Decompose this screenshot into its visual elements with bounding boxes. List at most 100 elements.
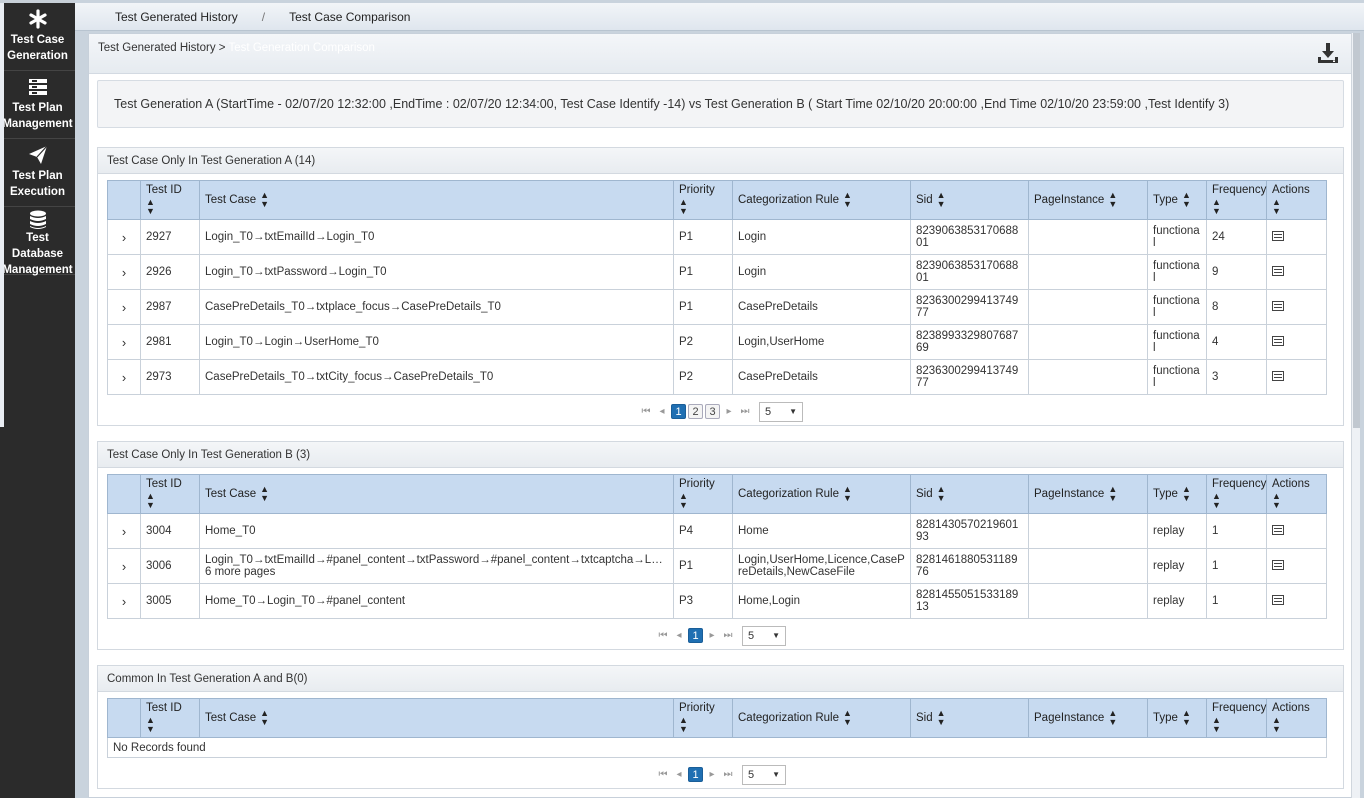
sort-icon[interactable]: ▲ ▼ (1212, 198, 1261, 216)
details-icon[interactable] (1272, 559, 1284, 570)
prev-page-icon[interactable]: ◂ (654, 406, 670, 417)
col-header-test-id[interactable]: Test ID ▲ ▼ (140, 180, 200, 220)
next-page-icon[interactable]: ▸ (704, 630, 720, 641)
col-header-actions[interactable]: Actions ▲ ▼ (1266, 698, 1327, 738)
chevron-right-icon[interactable]: › (107, 289, 141, 325)
col-header-type[interactable]: Type ▲ ▼ (1147, 474, 1207, 514)
sort-icon[interactable]: ▲ ▼ (146, 198, 194, 216)
page-button[interactable]: 1 (671, 404, 686, 419)
sort-icon[interactable]: ▲ ▼ (1182, 485, 1191, 503)
chevron-right-icon[interactable]: › (107, 513, 141, 549)
page-size-select[interactable]: 5 ▼ (759, 401, 803, 422)
tab-test-case-comparison[interactable]: Test Case Comparison (289, 10, 410, 24)
col-header-actions[interactable]: Actions ▲ ▼ (1266, 474, 1327, 514)
tab-test-generated-history[interactable]: Test Generated History (115, 10, 238, 24)
sort-icon[interactable]: ▲ ▼ (1108, 485, 1117, 503)
details-icon[interactable] (1272, 335, 1284, 346)
first-page-icon[interactable]: ⏮︎ (655, 769, 671, 780)
sort-icon[interactable]: ▲ ▼ (679, 492, 727, 510)
col-header-sid[interactable]: Sid ▲ ▼ (910, 474, 1029, 514)
sort-icon[interactable]: ▲ ▼ (843, 709, 852, 727)
col-header-test-case[interactable]: Test Case ▲ ▼ (199, 474, 674, 514)
col-header-categorization-rule[interactable]: Categorization Rule ▲ ▼ (732, 698, 911, 738)
col-header-frequency[interactable]: Frequency ▲ ▼ (1206, 180, 1267, 220)
last-page-icon[interactable]: ⏭︎ (720, 630, 736, 641)
chevron-right-icon[interactable]: › (107, 324, 141, 360)
chevron-right-icon[interactable]: › (107, 359, 141, 395)
last-page-icon[interactable]: ⏭︎ (737, 406, 753, 417)
sort-icon[interactable]: ▲ ▼ (937, 709, 946, 727)
sort-icon[interactable]: ▲ ▼ (1108, 709, 1117, 727)
col-header-type[interactable]: Type ▲ ▼ (1147, 180, 1207, 220)
sort-icon[interactable]: ▲ ▼ (1182, 191, 1191, 209)
col-header-frequency[interactable]: Frequency ▲ ▼ (1206, 474, 1267, 514)
sort-icon[interactable]: ▲ ▼ (679, 716, 727, 734)
table-row[interactable]: › 3005 Home_T0→Login_T0→#panel_content P3 Ho… (107, 583, 1327, 619)
table-row[interactable]: › 2987 CasePreDetails_T0→txtplace_focus→Ca… (107, 289, 1327, 325)
sort-icon[interactable]: ▲ ▼ (260, 485, 269, 503)
sort-icon[interactable]: ▲ ▼ (146, 492, 194, 510)
scrollbar-thumb[interactable] (1353, 33, 1360, 428)
next-page-icon[interactable]: ▸ (721, 406, 737, 417)
sidebar-item-test-plan-execution[interactable]: Test Plan Execution (0, 139, 75, 207)
sort-icon[interactable]: ▲ ▼ (260, 191, 269, 209)
details-icon[interactable] (1272, 300, 1284, 311)
col-header-page-instance[interactable]: PageInstance ▲ ▼ (1028, 180, 1148, 220)
table-row[interactable]: › 2927 Login_T0→txtEmailId→Login_T0 P1 Login… (107, 219, 1327, 255)
col-header-actions[interactable]: Actions ▲ ▼ (1266, 180, 1327, 220)
chevron-right-icon[interactable]: › (107, 254, 141, 290)
first-page-icon[interactable]: ⏮︎ (638, 406, 654, 417)
page-size-select[interactable]: 5 ▼ (742, 764, 786, 785)
prev-page-icon[interactable]: ◂ (671, 769, 687, 780)
col-header-categorization-rule[interactable]: Categorization Rule ▲ ▼ (732, 180, 911, 220)
details-icon[interactable] (1272, 524, 1284, 535)
col-header-test-case[interactable]: Test Case ▲ ▼ (199, 180, 674, 220)
col-header-test-id[interactable]: Test ID ▲ ▼ (140, 474, 200, 514)
col-header-test-id[interactable]: Test ID ▲ ▼ (140, 698, 200, 738)
sort-icon[interactable]: ▲ ▼ (260, 709, 269, 727)
sort-icon[interactable]: ▲ ▼ (1182, 709, 1191, 727)
chevron-right-icon[interactable]: › (107, 219, 141, 255)
details-icon[interactable] (1272, 594, 1284, 605)
sidebar-item-test-case-generation[interactable]: Test Case Generation (0, 3, 75, 71)
sort-icon[interactable]: ▲ ▼ (843, 485, 852, 503)
page-button[interactable]: 2 (688, 404, 703, 419)
sort-icon[interactable]: ▲ ▼ (1108, 191, 1117, 209)
table-row[interactable]: › 2981 Login_T0→Login→UserHome_T0 P2 Login,U… (107, 324, 1327, 360)
col-header-sid[interactable]: Sid ▲ ▼ (910, 698, 1029, 738)
col-header-test-case[interactable]: Test Case ▲ ▼ (199, 698, 674, 738)
col-header-sid[interactable]: Sid ▲ ▼ (910, 180, 1029, 220)
next-page-icon[interactable]: ▸ (704, 769, 720, 780)
download-icon[interactable] (1317, 42, 1339, 64)
sort-icon[interactable]: ▲ ▼ (1272, 492, 1321, 510)
col-header-page-instance[interactable]: PageInstance ▲ ▼ (1028, 698, 1148, 738)
details-icon[interactable] (1272, 265, 1284, 276)
page-button[interactable]: 1 (688, 767, 703, 782)
col-header-priority[interactable]: Priority ▲ ▼ (673, 698, 733, 738)
table-row[interactable]: › 2926 Login_T0→txtPassword→Login_T0 P1 Logi… (107, 254, 1327, 290)
page-button[interactable]: 3 (705, 404, 720, 419)
sidebar-item-test-database-management[interactable]: Test Database Management (0, 207, 75, 276)
sort-icon[interactable]: ▲ ▼ (1212, 716, 1261, 734)
first-page-icon[interactable]: ⏮︎ (655, 630, 671, 641)
details-icon[interactable] (1272, 370, 1284, 381)
col-header-type[interactable]: Type ▲ ▼ (1147, 698, 1207, 738)
sort-icon[interactable]: ▲ ▼ (1212, 492, 1261, 510)
chevron-right-icon[interactable]: › (107, 548, 141, 584)
vertical-scrollbar[interactable] (1351, 33, 1360, 798)
col-header-frequency[interactable]: Frequency ▲ ▼ (1206, 698, 1267, 738)
sort-icon[interactable]: ▲ ▼ (843, 191, 852, 209)
sort-icon[interactable]: ▲ ▼ (1272, 198, 1321, 216)
col-header-priority[interactable]: Priority ▲ ▼ (673, 180, 733, 220)
table-row[interactable]: › 2973 CasePreDetails_T0→txtCity_focus→Cas… (107, 359, 1327, 395)
page-button[interactable]: 1 (688, 628, 703, 643)
sort-icon[interactable]: ▲ ▼ (146, 716, 194, 734)
col-header-categorization-rule[interactable]: Categorization Rule ▲ ▼ (732, 474, 911, 514)
col-header-priority[interactable]: Priority ▲ ▼ (673, 474, 733, 514)
sort-icon[interactable]: ▲ ▼ (937, 485, 946, 503)
table-row[interactable]: › 3004 Home_T0 P4 Home 828143057021960193 repl… (107, 513, 1327, 549)
table-row[interactable]: › 3006 Login_T0→txtEmailId→#panel_content→… (107, 548, 1327, 584)
sort-icon[interactable]: ▲ ▼ (937, 191, 946, 209)
col-header-page-instance[interactable]: PageInstance ▲ ▼ (1028, 474, 1148, 514)
prev-page-icon[interactable]: ◂ (671, 630, 687, 641)
